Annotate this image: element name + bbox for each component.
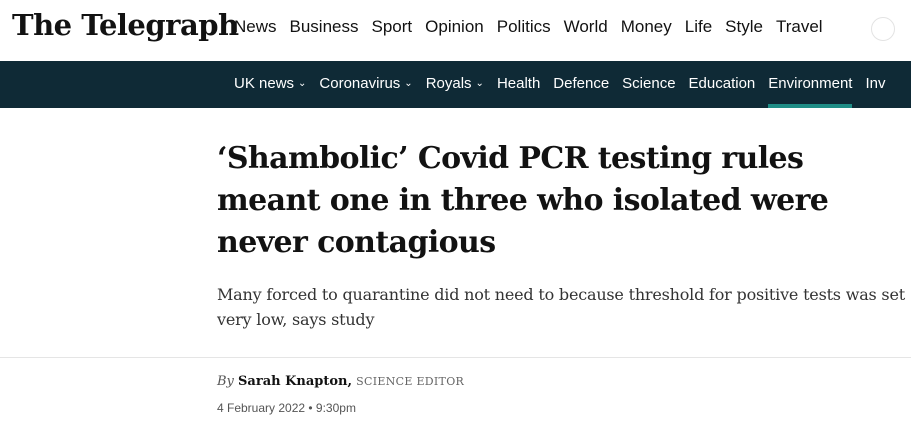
author-link[interactable]: Sarah Knapton,: [238, 374, 352, 389]
nav-item-travel[interactable]: Travel: [776, 17, 823, 37]
chevron-down-icon: ⌄: [404, 78, 413, 89]
subnav-item-label: Environment: [768, 75, 853, 92]
nav-item-business[interactable]: Business: [290, 17, 359, 37]
section-subnav: UK news ⌄ Coronavirus ⌄ Royals ⌄ Health Defence…: [0, 61, 911, 108]
article-headline: ‘Shambolic’ Covid PCR testing rules mean…: [217, 141, 829, 260]
subnav-item-inv[interactable]: Inv: [865, 61, 885, 108]
chevron-down-icon: ⌄: [475, 78, 484, 89]
subnav-item-education[interactable]: Education: [689, 61, 756, 108]
main-nav: News Business Sport Opinion Politics World Mon…: [234, 17, 836, 37]
nav-item-world[interactable]: World: [564, 17, 608, 37]
byline: By Sarah Knapton, SCIENCE EDITOR: [217, 374, 464, 389]
nav-item-style[interactable]: Style: [725, 17, 763, 37]
subnav-item-coronavirus[interactable]: Coronavirus ⌄: [319, 61, 412, 108]
nav-item-news[interactable]: News: [234, 17, 277, 37]
subnav-list: UK news ⌄ Coronavirus ⌄ Royals ⌄ Health Defence…: [234, 61, 899, 108]
subnav-item-label: Royals: [425, 75, 472, 92]
divider: [0, 357, 911, 358]
subnav-item-label: Health: [496, 75, 541, 92]
subnav-item-royals[interactable]: Royals ⌄: [426, 61, 484, 108]
publish-date: 4 February 2022 • 9:30pm: [217, 401, 356, 415]
subnav-item-environment[interactable]: Environment: [768, 61, 853, 108]
chevron-down-icon: ⌄: [298, 78, 307, 89]
nav-item-opinion[interactable]: Opinion: [425, 17, 484, 37]
nav-item-sport[interactable]: Sport: [372, 17, 413, 37]
nav-item-money[interactable]: Money: [621, 17, 672, 37]
subnav-item-label: Defence: [553, 75, 610, 92]
site-logo[interactable]: The Telegraph: [12, 8, 239, 42]
subnav-item-label: UK news: [234, 75, 295, 92]
subnav-item-label: Coronavirus: [319, 75, 401, 92]
subnav-item-label: Education: [688, 75, 756, 92]
subnav-item-label: Science: [622, 75, 676, 92]
byline-prefix: By: [217, 374, 234, 389]
author-role: SCIENCE EDITOR: [356, 375, 465, 388]
subnav-item-uk-news[interactable]: UK news ⌄: [234, 61, 306, 108]
subnav-item-defence[interactable]: Defence: [553, 61, 609, 108]
nav-item-politics[interactable]: Politics: [497, 17, 551, 37]
subnav-item-science[interactable]: Science: [622, 61, 675, 108]
subnav-item-label: Inv: [865, 75, 886, 92]
article-standfirst: Many forced to quarantine did not need t…: [217, 285, 905, 329]
site-header: The Telegraph News Business Sport Opinion Po…: [0, 0, 911, 61]
search-icon[interactable]: [871, 17, 895, 41]
nav-item-life[interactable]: Life: [685, 17, 712, 37]
subnav-item-health[interactable]: Health: [497, 61, 540, 108]
